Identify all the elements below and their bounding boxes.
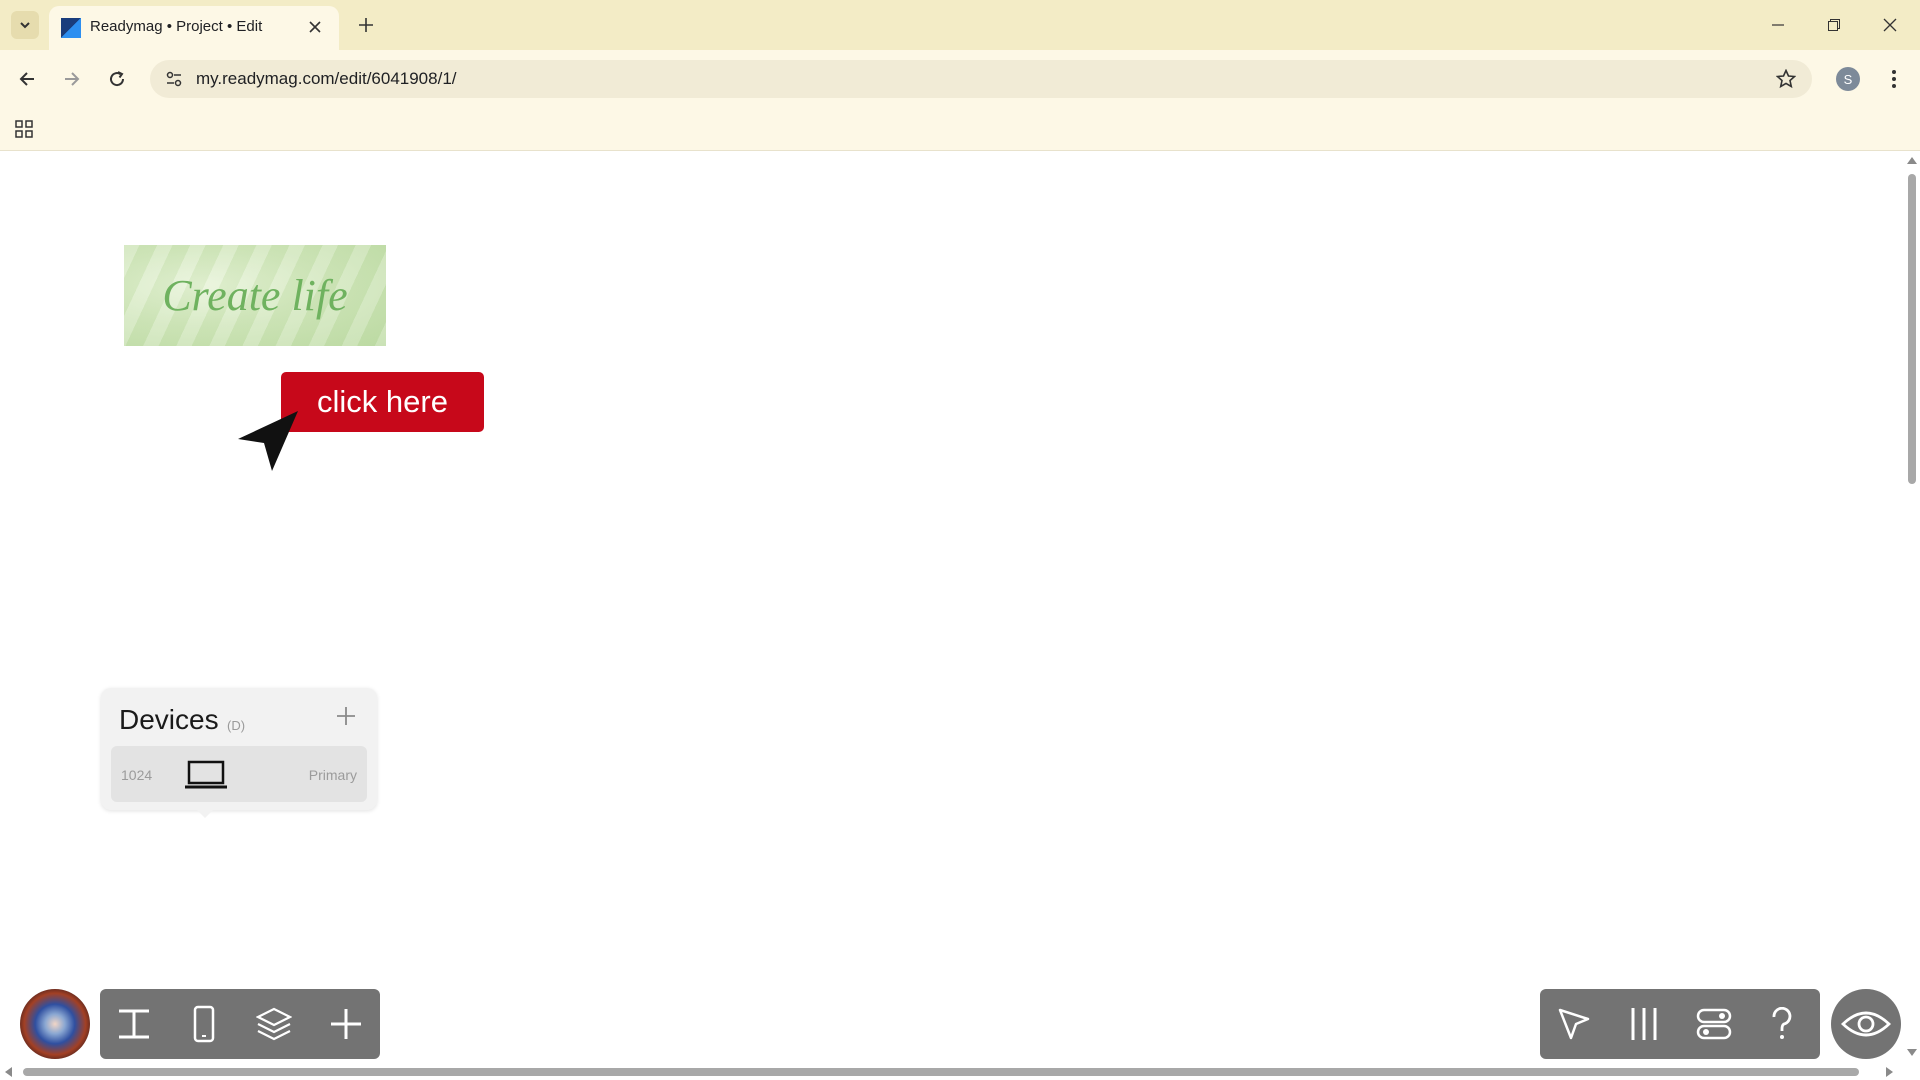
plus-icon: [331, 1009, 361, 1039]
click-here-button[interactable]: click here: [281, 372, 484, 432]
close-window-button[interactable]: [1862, 0, 1918, 50]
eye-icon: [1841, 1011, 1891, 1037]
browser-toolbar: my.readymag.com/edit/6041908/1/ S: [0, 50, 1920, 108]
vertical-scroll-thumb[interactable]: [1908, 174, 1916, 484]
scroll-up-arrow-icon[interactable]: [1907, 157, 1917, 164]
horizontal-scrollbar[interactable]: [0, 1064, 1904, 1080]
columns-button[interactable]: [1620, 1000, 1668, 1048]
site-info-icon[interactable]: [162, 67, 186, 91]
layers-button[interactable]: [250, 1000, 298, 1048]
tab-list-button[interactable]: [11, 11, 39, 39]
address-bar[interactable]: my.readymag.com/edit/6041908/1/: [150, 60, 1812, 98]
restore-icon: [1828, 19, 1840, 31]
mobile-icon: [193, 1005, 215, 1043]
more-vertical-icon: [1892, 70, 1896, 88]
banner-text: Create life: [162, 271, 348, 320]
minimize-button[interactable]: [1750, 0, 1806, 50]
click-here-label: click here: [317, 384, 448, 419]
browser-tab[interactable]: Readymag • Project • Edit: [49, 6, 339, 50]
plus-icon: [337, 707, 355, 725]
tab-close-button[interactable]: [303, 15, 327, 39]
columns-icon: [1631, 1008, 1657, 1040]
scroll-right-arrow-icon[interactable]: [1886, 1067, 1893, 1077]
pointer-tool-button[interactable]: [1550, 1000, 1598, 1048]
device-width: 1024: [121, 767, 153, 783]
horizontal-scroll-thumb[interactable]: [23, 1068, 1859, 1076]
help-icon: [1772, 1007, 1792, 1039]
navigation-arrow-icon[interactable]: [236, 409, 302, 473]
profile-avatar[interactable]: S: [1836, 67, 1860, 91]
grid-icon: [15, 120, 33, 138]
browser-menu-button[interactable]: [1880, 63, 1908, 95]
devices-panel: Devices (D) 1024 Primary: [101, 688, 377, 818]
device-label: Primary: [308, 767, 357, 783]
text-tool-button[interactable]: [110, 1000, 158, 1048]
tab-bar: Readymag • Project • Edit: [0, 0, 1920, 50]
pointer-icon: [1558, 1008, 1590, 1040]
minimize-icon: [1772, 24, 1784, 26]
url-text: my.readymag.com/edit/6041908/1/: [196, 69, 457, 88]
text-tool-icon: [119, 1009, 149, 1039]
reload-button[interactable]: [101, 63, 133, 95]
star-icon: [1776, 69, 1796, 89]
plus-icon: [359, 18, 373, 32]
forward-button[interactable]: [56, 63, 88, 95]
add-device-button[interactable]: [330, 700, 362, 732]
new-tab-button[interactable]: [352, 11, 380, 39]
add-widget-button[interactable]: [322, 1000, 370, 1048]
scroll-left-arrow-icon[interactable]: [5, 1067, 12, 1077]
mobile-view-button[interactable]: [180, 1000, 228, 1048]
devices-shortcut: (D): [227, 718, 246, 733]
create-life-banner[interactable]: Create life: [124, 245, 386, 346]
devices-title: Devices: [119, 704, 219, 735]
scroll-down-arrow-icon[interactable]: [1907, 1049, 1917, 1056]
apps-button[interactable]: [10, 115, 38, 143]
restore-button[interactable]: [1806, 0, 1862, 50]
bookmarks-bar: [0, 108, 1920, 151]
laptop-icon: [185, 760, 227, 789]
help-button[interactable]: [1758, 1000, 1806, 1048]
close-icon: [1883, 18, 1897, 32]
arrow-left-icon: [19, 72, 34, 86]
close-icon: [309, 21, 321, 33]
vertical-scrollbar[interactable]: [1904, 151, 1920, 1064]
layers-icon: [256, 1007, 292, 1041]
left-toolbar: [100, 989, 380, 1059]
toggle-settings-icon: [1696, 1008, 1732, 1040]
reload-icon: [110, 71, 125, 87]
right-toolbar: [1540, 989, 1820, 1059]
editor-canvas[interactable]: Create life click here: [0, 151, 1904, 1064]
back-button[interactable]: [11, 63, 43, 95]
settings-toggle-button[interactable]: [1690, 1000, 1738, 1048]
readymag-favicon-icon: [61, 18, 81, 38]
device-row-primary[interactable]: 1024 Primary: [111, 746, 367, 802]
bookmark-star-button[interactable]: [1774, 67, 1798, 91]
preview-button[interactable]: [1831, 989, 1901, 1059]
tab-title: Readymag • Project • Edit: [90, 18, 263, 35]
arrow-right-icon: [65, 72, 80, 86]
user-avatar[interactable]: [20, 989, 90, 1059]
chevron-down-icon: [20, 22, 30, 29]
